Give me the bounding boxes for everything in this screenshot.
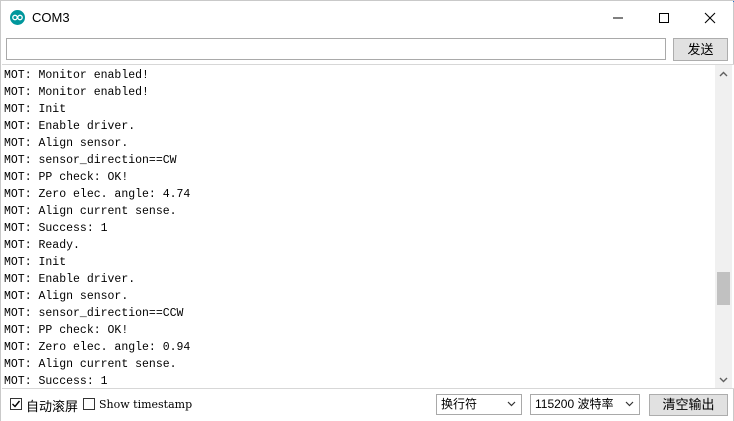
close-icon [704, 12, 716, 23]
scroll-up-button[interactable] [715, 65, 732, 82]
baud-rate-value: 115200 波特率 [535, 397, 614, 411]
autoscroll-label: 自动滚屏 [26, 399, 79, 414]
baud-rate-select[interactable]: 115200 波特率 [530, 394, 640, 415]
scroll-down-icon [719, 377, 728, 382]
line-ending-value: 换行符 [441, 397, 478, 411]
chevron-down-icon [507, 401, 516, 407]
output-line: MOT: Ready. [4, 239, 80, 252]
output-line: MOT: Align current sense. [4, 358, 177, 371]
show-timestamp-label: Show timestamp [99, 398, 193, 411]
scroll-up-icon [719, 71, 728, 76]
close-button[interactable] [687, 1, 733, 34]
output-line: MOT: Align sensor. [4, 290, 129, 303]
output-line: MOT: Init [4, 256, 67, 269]
line-ending-select[interactable]: 换行符 [436, 394, 522, 415]
output-line: MOT: Zero elec. angle: 4.74 [4, 188, 191, 201]
minimize-icon [613, 17, 623, 18]
serial-output[interactable]: MOT: Monitor enabled! MOT: Monitor enable… [2, 64, 734, 389]
output-line: MOT: Enable driver. [4, 273, 136, 286]
output-line: MOT: Monitor enabled! [4, 86, 149, 99]
scroll-down-button[interactable] [715, 371, 732, 388]
output-line: MOT: Monitor enabled! [4, 69, 149, 82]
title-bar[interactable]: COM3 [1, 1, 733, 34]
output-line: MOT: sensor_direction==CW [4, 154, 177, 167]
send-input[interactable] [6, 38, 666, 60]
bottom-bar: 自动滚屏 Show timestamp 换行符 115200 波特率 清空输出 [1, 390, 733, 421]
checkmark-icon [12, 400, 21, 408]
app-logo-icon [10, 10, 25, 25]
output-line: MOT: sensor_direction==CCW [4, 307, 184, 320]
output-line: MOT: Success: 1 [4, 375, 108, 388]
vertical-scrollbar[interactable] [715, 65, 732, 388]
output-lines: MOT: Monitor enabled! MOT: Monitor enable… [4, 67, 714, 388]
output-line: MOT: Align sensor. [4, 137, 129, 150]
output-line: MOT: Enable driver. [4, 120, 136, 133]
window-title: COM3 [32, 10, 70, 25]
chevron-down-icon [625, 401, 634, 407]
output-line: MOT: PP check: OK! [4, 171, 129, 184]
show-timestamp-checkbox[interactable] [83, 398, 95, 410]
maximize-icon [659, 12, 669, 23]
scroll-thumb[interactable] [717, 272, 730, 305]
maximize-button[interactable] [641, 1, 687, 34]
send-button[interactable]: 发送 [673, 38, 728, 61]
output-line: MOT: Init [4, 103, 67, 116]
output-line: MOT: PP check: OK! [4, 324, 129, 337]
output-line: MOT: Zero elec. angle: 0.94 [4, 341, 191, 354]
autoscroll-checkbox[interactable] [10, 398, 22, 410]
output-line: MOT: Success: 1 [4, 222, 108, 235]
clear-output-button[interactable]: 清空输出 [649, 394, 728, 416]
output-line: MOT: Align current sense. [4, 205, 177, 218]
minimize-button[interactable] [595, 1, 641, 34]
serial-monitor-window: COM3 发送 MOT: Monitor enabled! MOT: Monito… [0, 0, 734, 421]
